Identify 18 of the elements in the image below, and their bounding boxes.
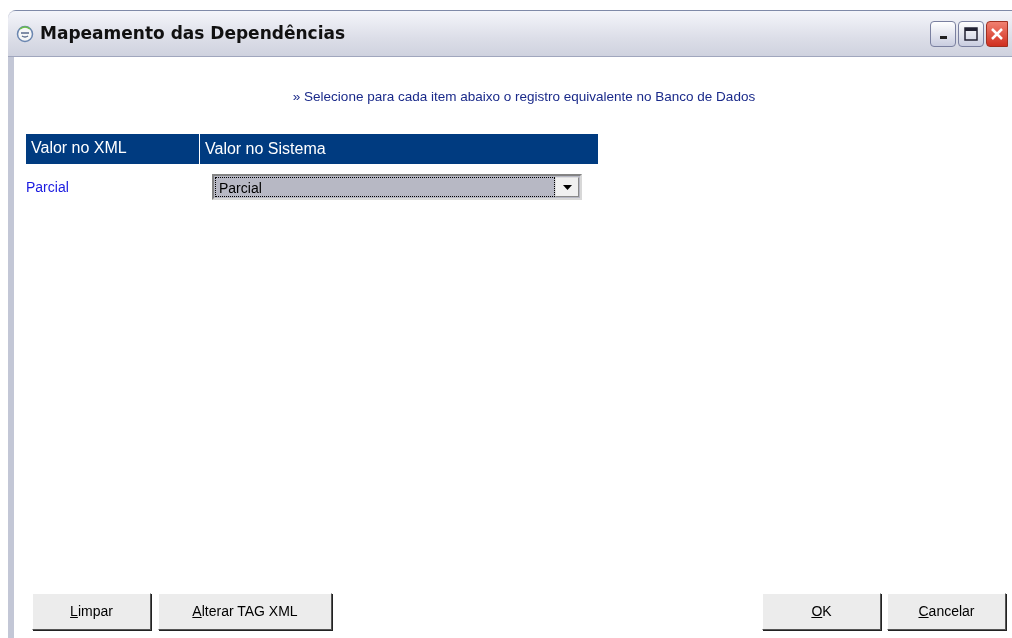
system-value-dropdown[interactable]: Parcial [212,174,582,201]
window-title: Mapeamento das Dependências [40,21,346,45]
maximize-button[interactable] [958,20,984,47]
maximize-icon [964,26,978,41]
close-button[interactable] [986,20,1008,47]
xml-value: Parcial [26,177,70,197]
action-button[interactable]: Alterar TAG XML [158,593,332,630]
action-button[interactable]: Limpar [32,593,151,630]
action-button[interactable]: Cancelar [887,593,1006,630]
column-header: Valor no Sistema [204,139,326,160]
close-icon [990,26,1004,41]
action-button[interactable]: OK [762,593,881,630]
minimize-icon [939,36,947,39]
app-icon [16,24,34,43]
caret-icon [562,184,572,190]
instruction-text: » Selecione para cada item abaixo o registro equivalente no Banco de Dados [291,88,757,106]
column-header: Valor no XML [26,134,200,165]
minimize-button[interactable] [930,20,956,47]
